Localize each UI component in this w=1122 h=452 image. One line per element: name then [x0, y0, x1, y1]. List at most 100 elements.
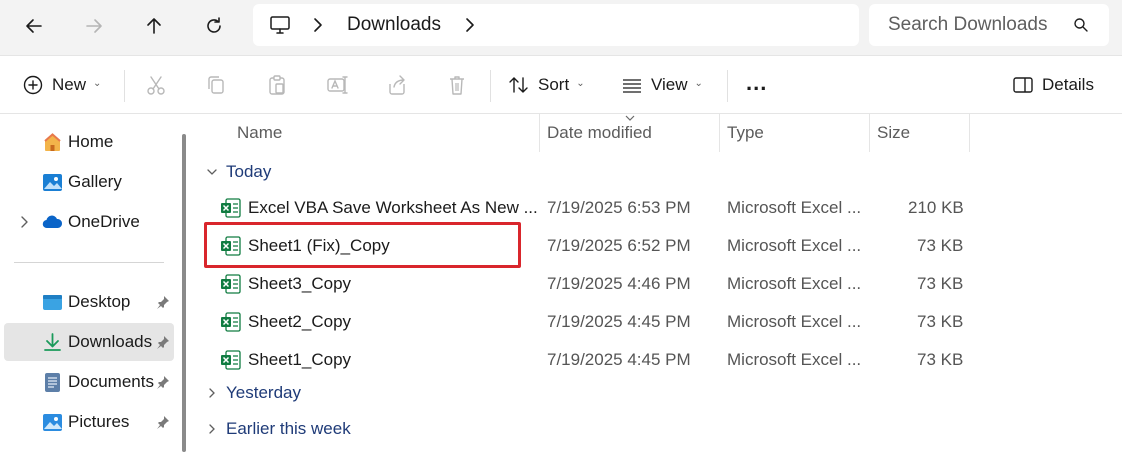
file-type: Microsoft Excel ... [727, 274, 862, 293]
refresh-icon [207, 17, 221, 33]
chevron-right-icon[interactable] [463, 17, 477, 33]
arrow-up-icon [147, 18, 161, 34]
command-bar: New ⌄ Sort ⌄ View ⌄ ... Details [0, 56, 1122, 114]
column-header-name[interactable]: Name [237, 114, 282, 152]
delete-button[interactable] [446, 68, 468, 102]
chevron-right-icon[interactable] [18, 215, 30, 229]
sidebar-item-onedrive[interactable]: OneDrive [4, 203, 174, 241]
divider [727, 70, 728, 102]
column-header-size[interactable]: Size [877, 114, 910, 152]
monitor-icon[interactable] [269, 14, 291, 36]
gallery-icon [43, 174, 62, 191]
sidebar-item-gallery[interactable]: Gallery [4, 163, 174, 201]
share-icon [389, 75, 405, 95]
search-input[interactable]: Search Downloads [869, 4, 1109, 46]
file-date: 7/19/2025 4:45 PM [547, 312, 691, 331]
file-row[interactable]: Sheet1_Copy 7/19/2025 4:45 PM Microsoft … [212, 341, 972, 379]
excel-file-icon [221, 312, 241, 332]
breadcrumb-downloads[interactable]: Downloads [347, 14, 441, 36]
file-name: Sheet3_Copy [248, 274, 352, 293]
divider [490, 70, 491, 102]
file-size: 210 KB [908, 198, 964, 217]
sidebar-item-label: Downloads [68, 332, 153, 351]
column-divider[interactable] [539, 114, 540, 152]
column-divider[interactable] [869, 114, 870, 152]
sidebar-item-documents[interactable]: Documents [4, 363, 174, 401]
details-pane-icon [1013, 77, 1033, 93]
pin-icon[interactable] [156, 375, 170, 389]
copy-button[interactable] [205, 68, 227, 102]
sidebar-item-home[interactable]: Home [4, 123, 174, 161]
excel-file-icon [221, 198, 241, 218]
chevron-down-icon [207, 169, 217, 175]
chevron-down-icon: ⌄ [694, 77, 703, 89]
file-size: 73 KB [917, 274, 964, 293]
column-header-date[interactable]: Date modified [547, 114, 652, 152]
up-button[interactable] [134, 8, 174, 44]
sidebar-item-label: Home [68, 132, 114, 151]
group-header-yesterday[interactable]: Yesterday [206, 378, 301, 408]
pin-icon[interactable] [156, 335, 170, 349]
pin-icon[interactable] [156, 295, 170, 309]
view-label: View [651, 75, 688, 94]
file-type: Microsoft Excel ... [727, 312, 862, 331]
file-date: 7/19/2025 4:45 PM [547, 350, 691, 369]
file-type: Microsoft Excel ... [727, 198, 862, 217]
file-date: 7/19/2025 4:46 PM [547, 274, 691, 293]
search-icon[interactable] [1073, 17, 1089, 33]
chevron-right-icon[interactable] [311, 17, 325, 33]
sidebar-item-pictures[interactable]: Pictures [4, 403, 174, 441]
sort-label: Sort [538, 75, 570, 94]
file-name: Sheet1_Copy [248, 350, 352, 369]
highlight-box [204, 222, 521, 268]
download-icon [44, 333, 61, 351]
forward-button[interactable] [74, 8, 114, 44]
sort-button[interactable]: Sort ⌄ [508, 68, 585, 102]
file-name: Sheet2_Copy [248, 312, 352, 331]
arrow-right-icon [86, 19, 102, 33]
view-list-icon [623, 79, 641, 93]
details-label: Details [1042, 75, 1094, 94]
column-divider[interactable] [969, 114, 970, 152]
cloud-icon [42, 215, 63, 229]
address-bar: Downloads Search Downloads [0, 0, 1122, 56]
group-header-earlier[interactable]: Earlier this week [206, 414, 351, 444]
share-button[interactable] [386, 68, 408, 102]
back-button[interactable] [14, 8, 54, 44]
file-row[interactable]: Sheet3_Copy 7/19/2025 4:46 PM Microsoft … [212, 265, 972, 303]
pin-icon[interactable] [156, 415, 170, 429]
sidebar-item-desktop[interactable]: Desktop [4, 283, 174, 321]
group-label: Earlier this week [226, 419, 351, 438]
refresh-button[interactable] [194, 8, 234, 44]
view-button[interactable]: View ⌄ [621, 68, 703, 102]
more-options-button[interactable]: ... [746, 66, 767, 100]
cut-button[interactable] [145, 68, 167, 102]
excel-file-icon [221, 350, 241, 370]
divider [124, 70, 125, 102]
breadcrumb[interactable]: Downloads [253, 4, 859, 46]
sidebar-scrollbar[interactable] [182, 134, 186, 452]
sort-icon [509, 77, 528, 93]
file-type: Microsoft Excel ... [727, 350, 862, 369]
search-placeholder: Search Downloads [888, 14, 1048, 35]
sidebar-item-label: Desktop [68, 292, 131, 311]
rename-button[interactable] [326, 68, 348, 102]
sidebar-item-label: Documents [68, 372, 154, 391]
file-size: 73 KB [917, 236, 964, 255]
details-button[interactable]: Details [1012, 68, 1094, 102]
file-row[interactable]: Sheet2_Copy 7/19/2025 4:45 PM Microsoft … [212, 303, 972, 341]
file-list: Name Date modified Type Size Today Excel… [196, 114, 1122, 452]
sidebar-item-downloads[interactable]: Downloads [4, 323, 174, 361]
navigation-pane: Home Gallery OneDrive Desktop Downloads … [0, 114, 178, 452]
cut-icon [147, 76, 165, 95]
paste-button[interactable] [266, 68, 288, 102]
group-header-today[interactable]: Today [206, 157, 271, 187]
divider [14, 262, 164, 263]
column-divider[interactable] [719, 114, 720, 152]
new-button[interactable]: New ⌄ [22, 68, 101, 102]
file-type: Microsoft Excel ... [727, 236, 862, 255]
column-header-type[interactable]: Type [727, 114, 764, 152]
sidebar-item-label: Pictures [68, 412, 130, 431]
file-date: 7/19/2025 6:52 PM [547, 236, 691, 255]
chevron-down-icon: ⌄ [93, 77, 102, 89]
